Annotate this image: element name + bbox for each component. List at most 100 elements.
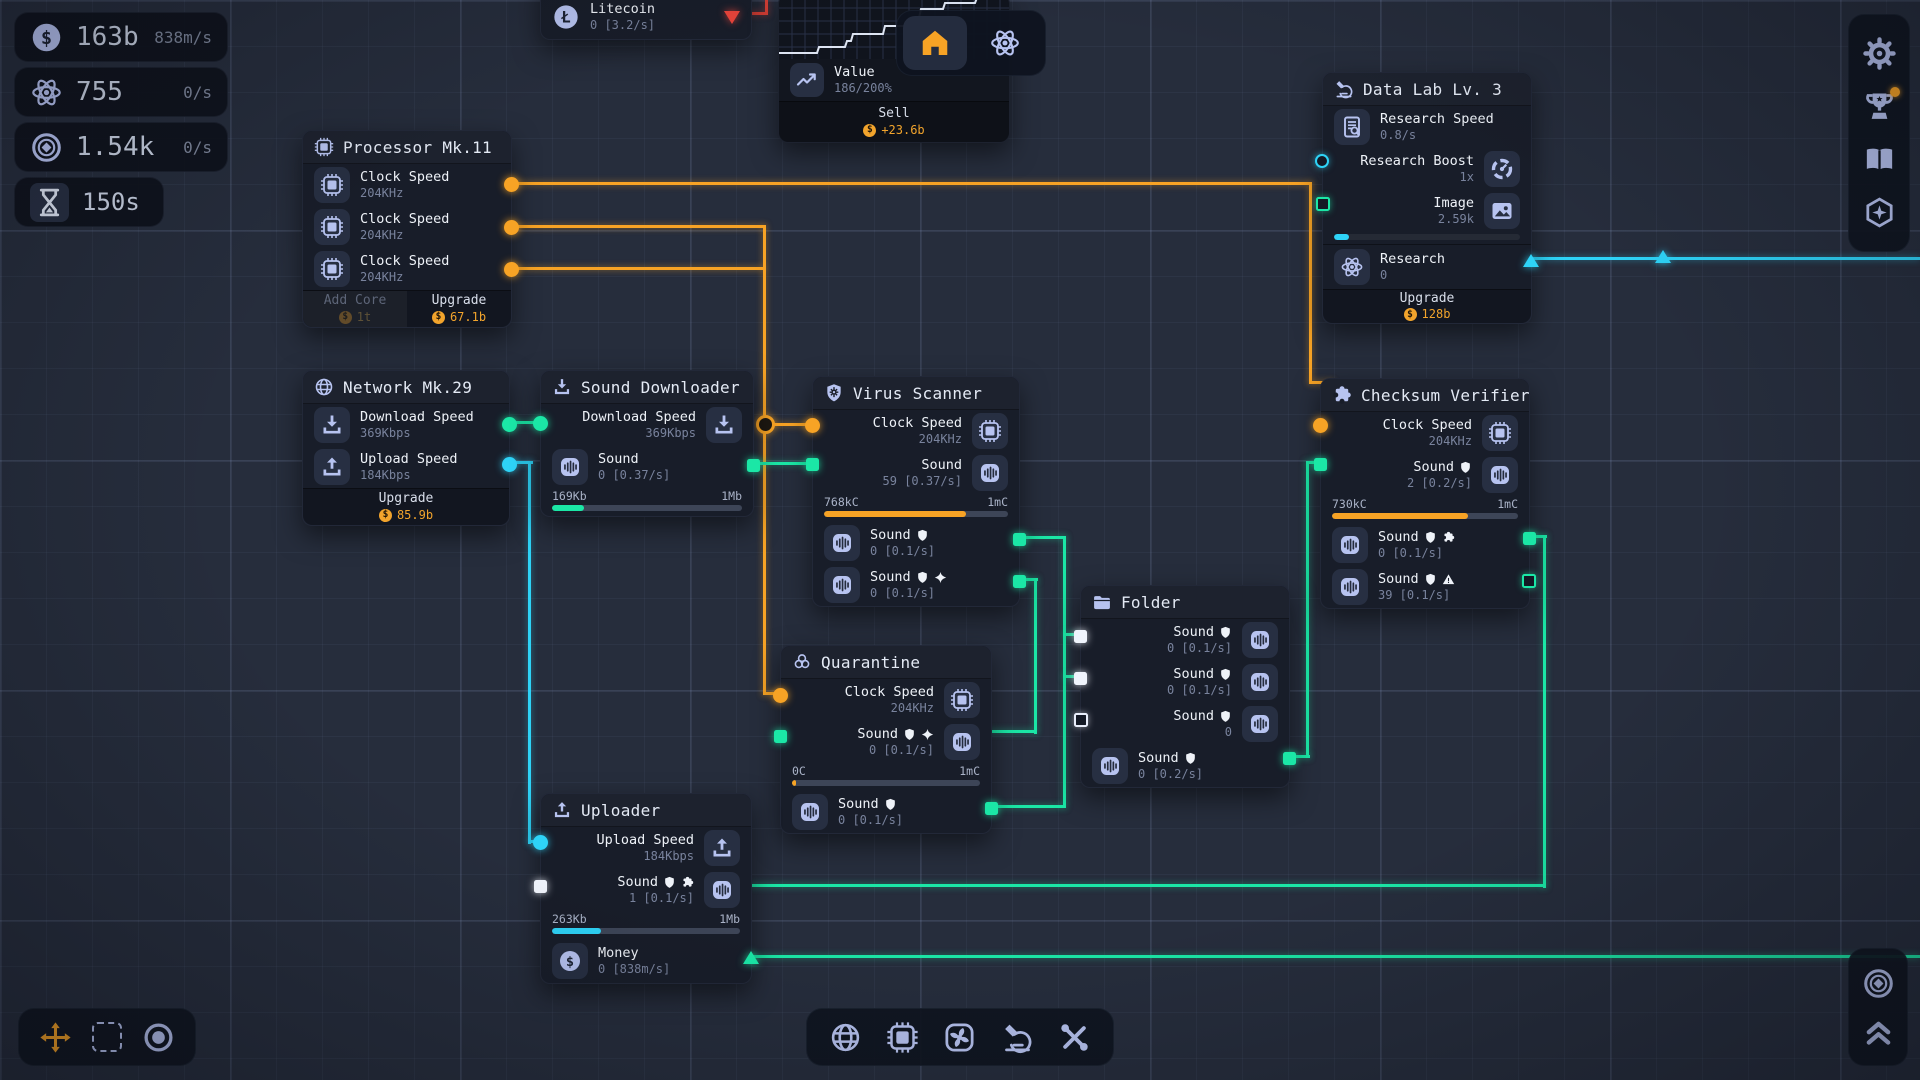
node-network[interactable]: Network Mk.29 Download Speed369Kbps Uplo… xyxy=(302,370,510,526)
node-litecoin[interactable]: Ł Litecoin 0 [3.2/s] xyxy=(540,0,752,40)
coin-icon: $ xyxy=(1404,308,1417,321)
research-boost-input-port-empty[interactable] xyxy=(1315,154,1329,168)
sound-input-port[interactable] xyxy=(1074,630,1087,643)
money-output-row[interactable]: $ Money0 [838m/s] xyxy=(541,939,751,983)
notification-dot xyxy=(1890,87,1900,97)
research-output-port[interactable] xyxy=(1523,254,1539,267)
sound-output-port[interactable] xyxy=(1523,532,1536,545)
upload-speed-row[interactable]: Upload Speed184Kbps xyxy=(541,827,751,869)
sound-output-port[interactable] xyxy=(1013,575,1026,588)
points-button[interactable] xyxy=(1862,967,1895,1000)
research-view-button[interactable] xyxy=(973,16,1037,70)
sound-failed-output-row[interactable]: Sound39 [0.1/s] xyxy=(1321,566,1529,608)
clock-output-port[interactable] xyxy=(504,262,519,277)
research-speed-row[interactable]: Research Speed0.8/s xyxy=(1323,106,1531,148)
sound-input-port[interactable] xyxy=(1314,458,1327,471)
upgrade-button[interactable]: Upgrade $67.1b xyxy=(407,291,511,327)
research-flow-marker-icon xyxy=(1655,250,1671,263)
image-input-row[interactable]: Image2.59k xyxy=(1323,190,1531,232)
upgrade-button[interactable]: Upgrade $85.9b xyxy=(303,489,509,525)
download-input-port[interactable] xyxy=(533,416,548,431)
sound-clean-output-row[interactable]: Sound0 [0.1/s] xyxy=(781,791,991,833)
collapse-button[interactable] xyxy=(1862,1015,1895,1048)
sound-input-port[interactable] xyxy=(806,458,819,471)
money-output-port[interactable] xyxy=(743,951,759,964)
node-uploader[interactable]: Uploader Upload Speed184Kbps Sound1 [0.1… xyxy=(540,793,752,984)
workshop-tab-button[interactable] xyxy=(1058,1021,1091,1054)
cpu-icon xyxy=(1482,415,1518,451)
clock-speed-row[interactable]: Clock Speed204KHz xyxy=(303,206,511,248)
select-tool-button[interactable] xyxy=(92,1022,122,1052)
sound-output-port[interactable] xyxy=(985,802,998,815)
research-output-row[interactable]: Research0 xyxy=(1323,245,1531,289)
wire-junction[interactable] xyxy=(756,415,775,434)
upgrade-button[interactable]: Upgrade $128b xyxy=(1323,290,1531,323)
download-speed-row[interactable]: Download Speed369Kbps xyxy=(303,404,509,446)
node-data-lab[interactable]: Data Lab Lv. 3 Research Speed0.8/s Resea… xyxy=(1322,72,1532,324)
upload-output-port[interactable] xyxy=(502,457,517,472)
node-checksum-verifier[interactable]: Checksum Verifier Clock Speed204KHz Soun… xyxy=(1320,378,1530,609)
sound-input-row[interactable]: Sound1 [0.1/s] xyxy=(541,869,751,911)
clock-input-port[interactable] xyxy=(773,688,788,703)
achievements-button[interactable] xyxy=(1863,90,1896,123)
node-sound-downloader[interactable]: Sound Downloader Download Speed369Kbps S… xyxy=(540,370,754,517)
shield-icon xyxy=(1184,752,1197,765)
sound-input-row[interactable]: Sound0 xyxy=(1081,703,1289,745)
sound-infected-output-row[interactable]: Sound0 [0.1/s] xyxy=(813,564,1019,606)
prestige-button[interactable] xyxy=(1863,196,1896,229)
node-processor[interactable]: Processor Mk.11 Clock Speed204KHz Clock … xyxy=(302,130,512,328)
node-folder[interactable]: Folder Sound0 [0.1/s] Sound0 [0.1/s] Sou… xyxy=(1080,585,1290,788)
sound-input-row[interactable]: Sound59 [0.37/s] xyxy=(813,452,1019,494)
sound-clean-output-row[interactable]: Sound0 [0.1/s] xyxy=(813,522,1019,564)
clock-speed-row[interactable]: Clock Speed204KHz xyxy=(303,164,511,206)
sound-input-port[interactable] xyxy=(1074,672,1087,685)
sound-output-row[interactable]: Sound0 [0.2/s] xyxy=(1081,745,1289,787)
home-view-button[interactable] xyxy=(903,16,967,70)
sound-output-row[interactable]: Sound0 [0.37/s] xyxy=(541,446,753,488)
focus-tool-button[interactable] xyxy=(142,1021,175,1054)
processor-tab-button[interactable] xyxy=(886,1021,919,1054)
sound-input-port-empty[interactable] xyxy=(1074,713,1088,727)
image-input-port-empty[interactable] xyxy=(1316,197,1330,211)
research-boost-row[interactable]: Research Boost1x xyxy=(1323,148,1531,190)
sound-input-port[interactable] xyxy=(774,730,787,743)
clock-speed-row[interactable]: Clock Speed204KHz xyxy=(813,410,1019,452)
litecoin-output-port-blocked[interactable] xyxy=(724,11,740,24)
sound-input-row[interactable]: Sound0 [0.1/s] xyxy=(1081,619,1289,661)
download-speed-row[interactable]: Download Speed369Kbps xyxy=(541,404,753,446)
sound-output-port-empty[interactable] xyxy=(1522,574,1536,588)
globe-icon xyxy=(829,1021,862,1054)
move-tool-button[interactable] xyxy=(39,1021,72,1054)
upload-input-port[interactable] xyxy=(533,835,548,850)
money-value: 163b xyxy=(76,22,141,52)
clock-speed-row[interactable]: Clock Speed204KHz xyxy=(303,248,511,290)
cooling-tab-button[interactable] xyxy=(943,1021,976,1054)
sound-icon xyxy=(824,525,860,561)
fan-icon xyxy=(943,1021,976,1054)
sound-output-port[interactable] xyxy=(747,459,760,472)
settings-button[interactable] xyxy=(1863,37,1896,70)
sound-input-row[interactable]: Sound0 [0.1/s] xyxy=(781,721,991,763)
download-output-port[interactable] xyxy=(502,417,517,432)
add-core-button[interactable]: Add Core $1t xyxy=(303,291,407,327)
sound-verified-output-row[interactable]: Sound0 [0.1/s] xyxy=(1321,524,1529,566)
node-quarantine[interactable]: Quarantine Clock Speed204KHz Sound0 [0.1… xyxy=(780,645,992,834)
sound-input-row[interactable]: Sound2 [0.2/s] xyxy=(1321,454,1529,496)
clock-speed-row[interactable]: Clock Speed204KHz xyxy=(781,679,991,721)
node-virus-scanner[interactable]: Virus Scanner Clock Speed204KHz Sound59 … xyxy=(812,376,1020,607)
clock-output-port[interactable] xyxy=(504,177,519,192)
clock-speed-row[interactable]: Clock Speed204KHz xyxy=(1321,412,1529,454)
sound-output-port[interactable] xyxy=(1283,752,1296,765)
guide-button[interactable] xyxy=(1863,143,1896,176)
sound-input-port[interactable] xyxy=(534,880,547,893)
clock-output-port[interactable] xyxy=(504,220,519,235)
game-canvas[interactable]: { "resources": { "money": {"value": "163… xyxy=(0,0,1920,1080)
sound-output-port[interactable] xyxy=(1013,533,1026,546)
sound-input-row[interactable]: Sound0 [0.1/s] xyxy=(1081,661,1289,703)
network-tab-button[interactable] xyxy=(829,1021,862,1054)
upload-speed-row[interactable]: Upload Speed184Kbps xyxy=(303,446,509,488)
sell-button[interactable]: Sell $+23.6b xyxy=(779,102,1009,142)
research-tab-button[interactable] xyxy=(1001,1021,1034,1054)
clock-input-port[interactable] xyxy=(1313,418,1328,433)
clock-input-port[interactable] xyxy=(805,418,820,433)
